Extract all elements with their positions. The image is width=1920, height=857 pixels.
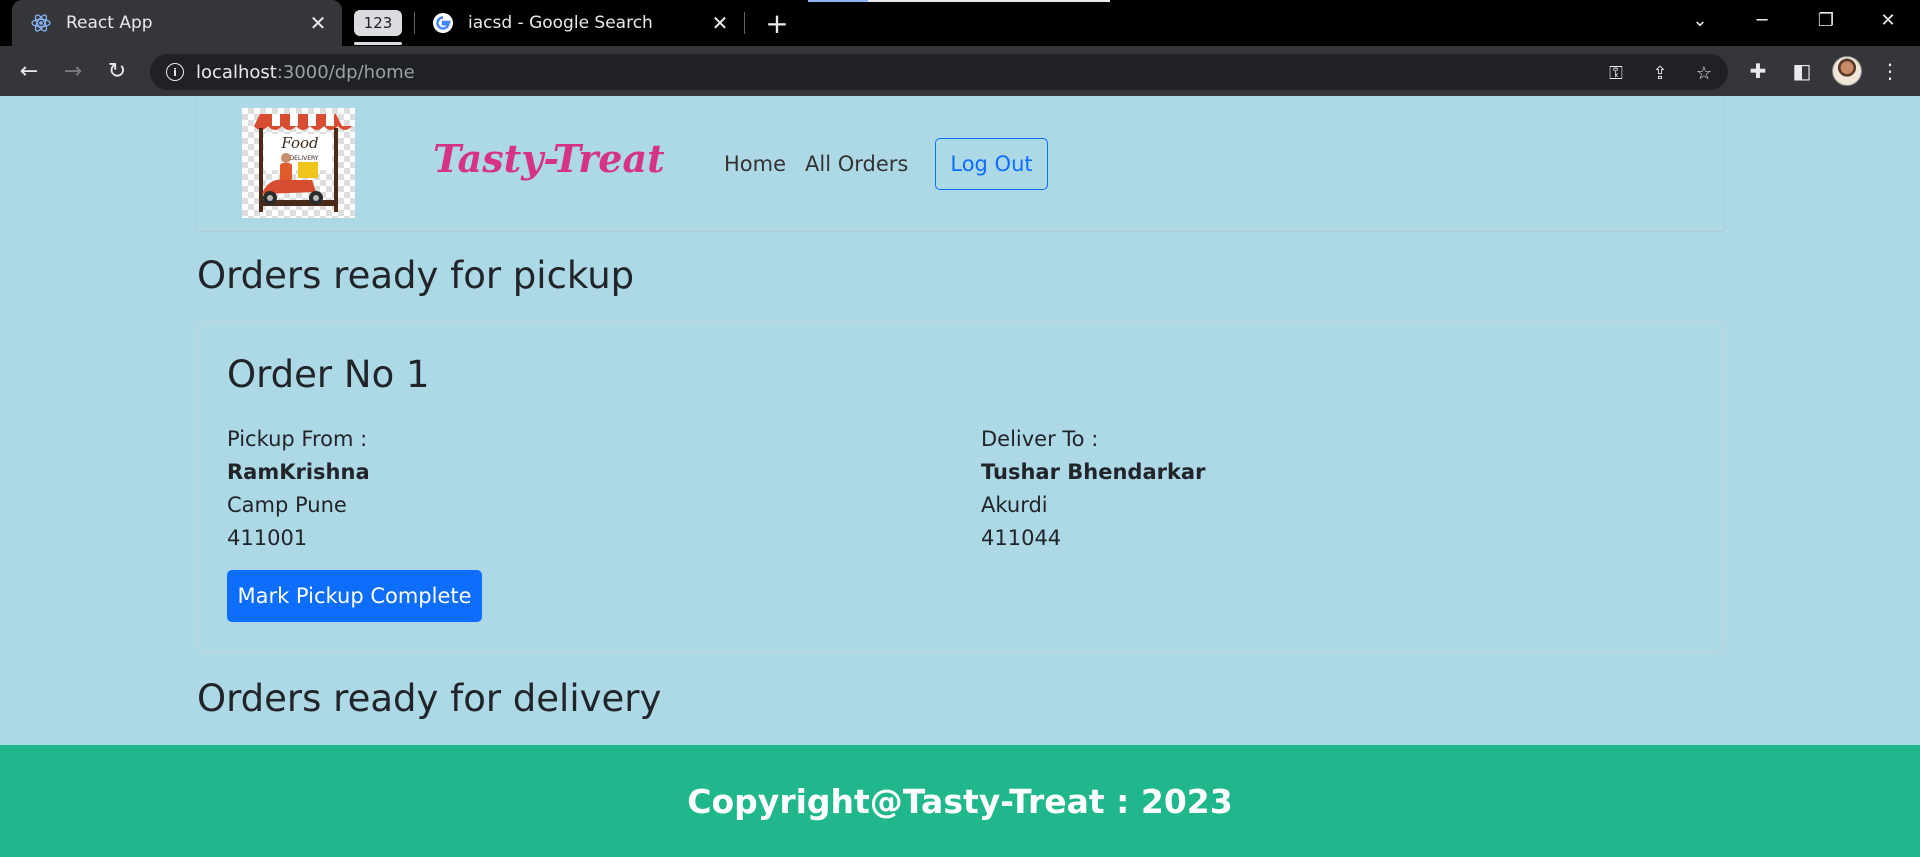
pickup-label: Pickup From : — [227, 427, 368, 451]
delivery-section-title: Orders ready for delivery — [197, 677, 662, 720]
deliver-pincode: 411044 — [981, 526, 1062, 550]
delivery-address: Deliver To : Tushar Bhendarkar Akurdi 41… — [981, 423, 1205, 555]
tab-google-search[interactable]: iacsd - Google Search ✕ — [418, 0, 744, 46]
close-window-icon[interactable]: ✕ — [1858, 0, 1918, 40]
url-host: localhost — [196, 61, 277, 83]
tab-group-underline — [354, 42, 402, 45]
tab-strip-accent — [808, 0, 868, 2]
reload-icon[interactable]: ↻ — [102, 56, 132, 86]
tab-title: iacsd - Google Search — [468, 13, 653, 33]
deliver-label: Deliver To : — [981, 427, 1099, 451]
new-tab-icon[interactable]: + — [762, 7, 792, 40]
svg-text:DELIVERY: DELIVERY — [290, 155, 319, 162]
pickup-name: RamKrishna — [227, 460, 370, 484]
site-info-icon[interactable]: i — [166, 63, 184, 81]
address-bar[interactable]: i localhost:3000/dp/home ⚿ ⇪ ☆ — [150, 54, 1728, 90]
menu-kebab-icon[interactable]: ⋮ — [1878, 59, 1902, 83]
key-icon[interactable]: ⚿ — [1606, 63, 1626, 84]
tab-react-app[interactable]: React App ✕ — [12, 0, 342, 46]
order-title: Order No 1 — [227, 353, 430, 396]
brand-title[interactable]: Tasty-Treat — [433, 136, 665, 181]
tab-title: React App — [66, 13, 153, 33]
svg-text:Food: Food — [280, 134, 318, 152]
pickup-pincode: 411001 — [227, 526, 308, 550]
footer: Copyright@Tasty-Treat : 2023 — [0, 745, 1920, 857]
extensions-puzzle-icon[interactable]: ✚ — [1746, 59, 1770, 83]
close-tab-icon[interactable]: ✕ — [304, 9, 332, 37]
pickup-address: Pickup From : RamKrishna Camp Pune 41100… — [227, 423, 370, 555]
profile-avatar[interactable] — [1832, 56, 1862, 86]
browser-tab-strip: React App ✕ 123 iacsd - Google Search ✕ … — [0, 0, 1920, 46]
deliver-name: Tushar Bhendarkar — [981, 460, 1206, 484]
page-content: Food DELIVERY Tasty-Treat Home All Order… — [0, 96, 1920, 857]
share-icon[interactable]: ⇪ — [1650, 63, 1670, 84]
app-navbar: Food DELIVERY Tasty-Treat Home All Order… — [197, 96, 1724, 230]
url-path: :3000/dp/home — [276, 61, 415, 83]
food-delivery-logo[interactable]: Food DELIVERY — [242, 108, 355, 218]
tab-group-chip[interactable]: 123 — [354, 10, 402, 36]
nav-link-all-orders[interactable]: All Orders — [805, 152, 908, 176]
nav-link-home[interactable]: Home — [724, 152, 786, 176]
react-icon — [30, 12, 52, 34]
bookmark-star-icon[interactable]: ☆ — [1694, 63, 1714, 84]
tab-search-chevron-icon[interactable]: ⌄ — [1670, 0, 1730, 40]
tab-separator — [414, 12, 415, 34]
close-tab-icon[interactable]: ✕ — [706, 9, 734, 37]
side-panel-icon[interactable]: ◧ — [1790, 59, 1814, 83]
delivery-scooter-illustration: Food DELIVERY — [254, 114, 352, 212]
google-icon — [432, 12, 454, 34]
back-arrow-icon[interactable]: ← — [14, 56, 44, 86]
minimize-icon[interactable]: ─ — [1732, 0, 1792, 40]
tab-strip-accent-light — [868, 0, 1110, 2]
mark-pickup-complete-button[interactable]: Mark Pickup Complete — [227, 570, 482, 622]
tab-separator — [744, 12, 745, 34]
restore-icon[interactable]: ❐ — [1796, 0, 1856, 40]
order-card: Order No 1 Pickup From : RamKrishna Camp… — [197, 322, 1724, 652]
pickup-area: Camp Pune — [227, 493, 347, 517]
footer-copyright: Copyright@Tasty-Treat : 2023 — [687, 781, 1233, 821]
url-text: localhost:3000/dp/home — [196, 62, 415, 83]
logout-button[interactable]: Log Out — [935, 138, 1048, 190]
pickup-section-title: Orders ready for pickup — [197, 254, 635, 297]
browser-toolbar: ← → ↻ i localhost:3000/dp/home ⚿ ⇪ ☆ ✚ ◧… — [0, 46, 1920, 96]
deliver-area: Akurdi — [981, 493, 1048, 517]
forward-arrow-icon[interactable]: → — [58, 56, 88, 86]
